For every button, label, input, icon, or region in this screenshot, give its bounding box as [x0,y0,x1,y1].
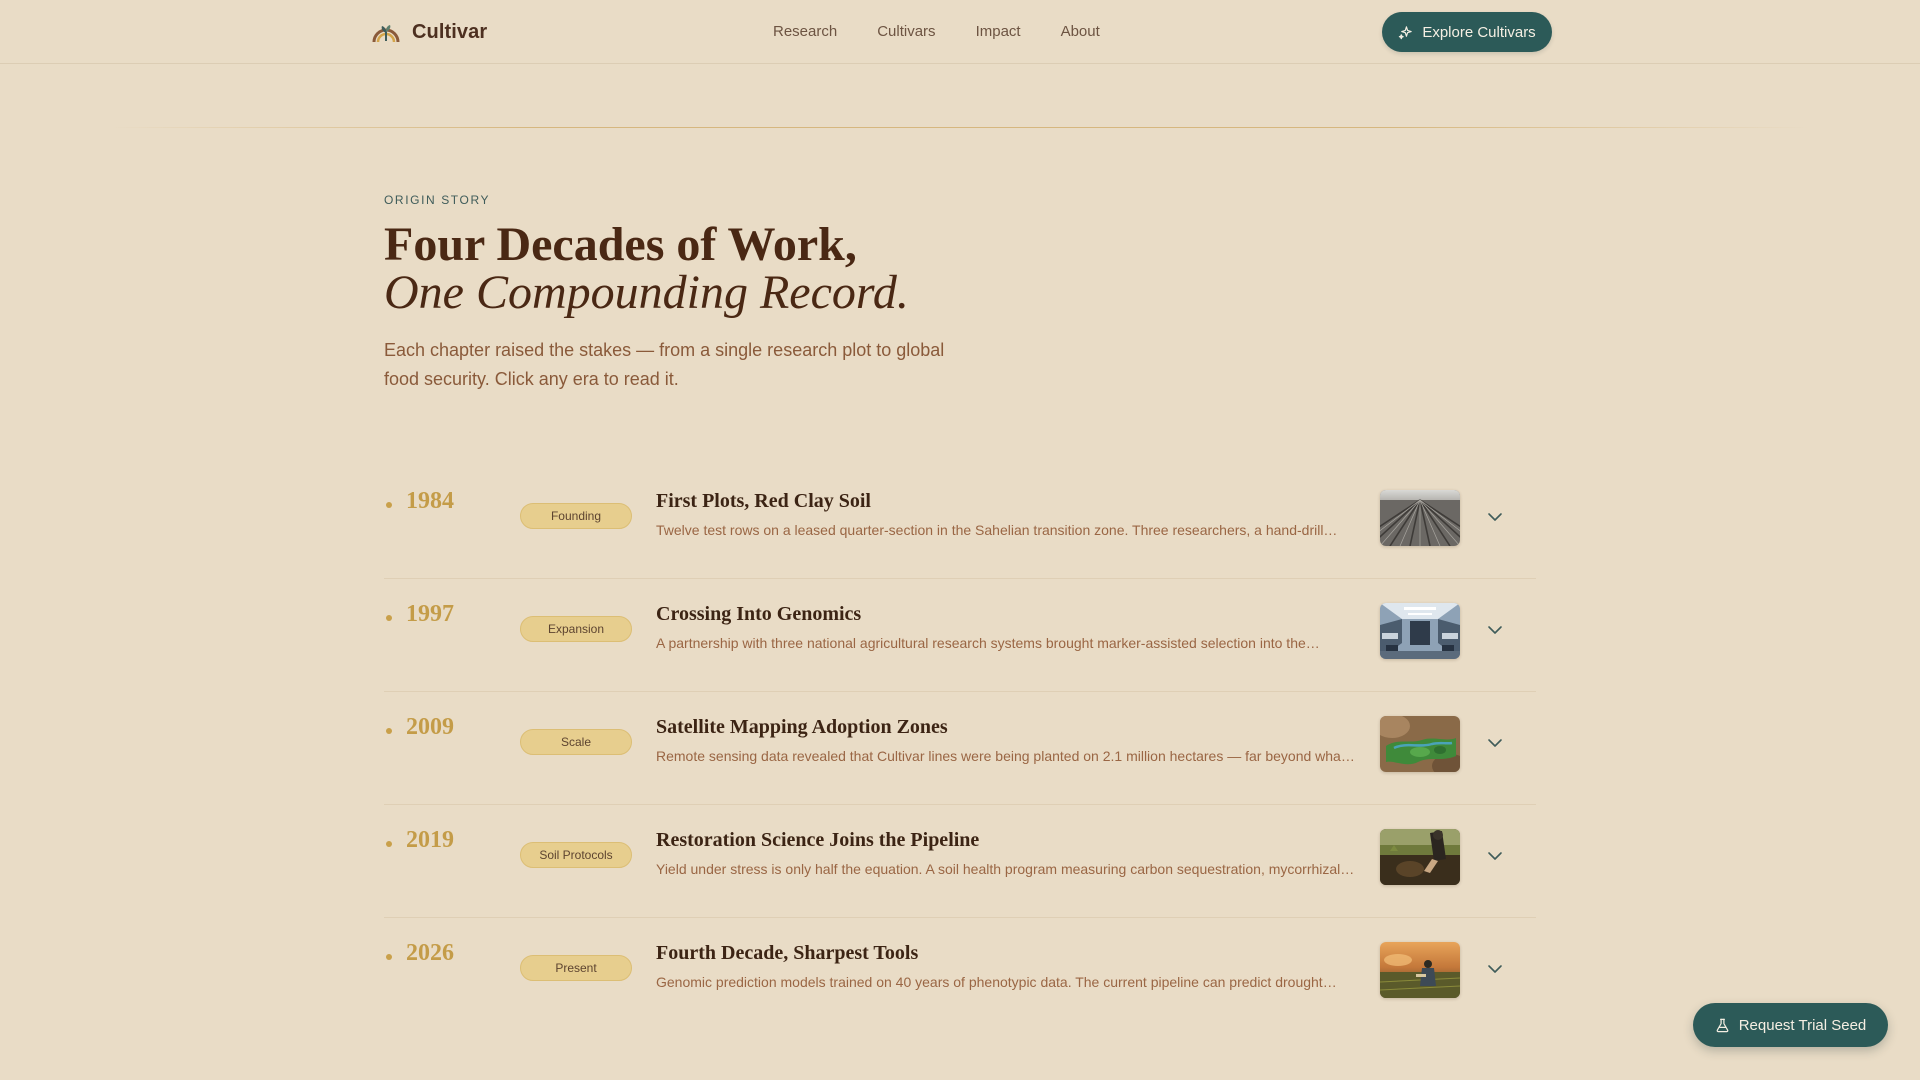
brand-logo-link[interactable]: Cultivar [372,18,487,46]
era-row-2026[interactable]: 2026 Present Fourth Decade, Sharpest Too… [384,918,1536,1031]
request-trial-seed-label: Request Trial Seed [1738,1016,1867,1034]
chevron-down-icon[interactable] [1484,958,1506,980]
main-nav: Research Cultivars Impact About [773,22,1100,42]
chevron-down-icon[interactable] [1484,845,1506,867]
era-tag-badge: Soil Protocols [520,842,632,868]
chevron-down-icon[interactable] [1484,732,1506,754]
era-row-2019[interactable]: 2019 Soil Protocols Restoration Science … [384,805,1536,918]
era-title: First Plots, Red Clay Soil [656,490,871,512]
intro-paragraph: Each chapter raised the stakes — from a … [384,340,945,389]
timeline-dot [386,615,392,621]
explore-cultivars-button[interactable]: Explore Cultivars [1382,12,1552,52]
era-row-2009[interactable]: 2009 Scale Satellite Mapping Adoption Zo… [384,692,1536,805]
request-trial-seed-button[interactable]: Request Trial Seed [1693,1003,1888,1047]
section-eyebrow: ORIGIN STORY [384,193,491,207]
site-header: Cultivar Research Cultivars Impact About… [0,0,1920,64]
page-title: Four Decades of Work, [384,218,857,271]
timeline-dot [386,502,392,508]
field-researcher-image [1380,942,1460,998]
era-year: 2009 [406,714,454,740]
chevron-down-icon[interactable] [1484,619,1506,641]
era-year: 1984 [406,488,454,514]
sprout-arch-icon [372,25,400,43]
era-tag-badge: Founding [520,503,632,529]
chevron-down-icon[interactable] [1484,506,1506,528]
timeline-dot [386,841,392,847]
nav-link-cultivars[interactable]: Cultivars [877,22,935,42]
era-description: Genomic prediction models trained on 40 … [656,974,1337,990]
era-title: Crossing Into Genomics [656,603,862,625]
explore-cultivars-label: Explore Cultivars [1422,23,1536,41]
era-title: Restoration Science Joins the Pipeline [656,829,980,851]
nav-link-about[interactable]: About [1061,22,1100,42]
era-year: 2026 [406,940,454,966]
era-description: A partnership with three national agricu… [656,635,1320,651]
era-description: Remote sensing data revealed that Cultiv… [656,748,1355,764]
laboratory-image [1380,603,1460,659]
timeline-dot [386,728,392,734]
timeline-dot [386,954,392,960]
era-row-1984[interactable]: 1984 Founding First Plots, Red Clay Soil… [384,466,1536,579]
satellite-landscape-image [1380,716,1460,772]
era-title: Satellite Mapping Adoption Zones [656,716,948,738]
era-tag-badge: Present [520,955,632,981]
era-description: Yield under stress is only half the equa… [656,861,1355,877]
plowed-field-image [1380,490,1460,546]
page-subtitle: One Compounding Record. [384,266,909,319]
era-description: Twelve test rows on a leased quarter-sec… [656,522,1338,538]
nav-link-research[interactable]: Research [773,22,837,42]
era-title: Fourth Decade, Sharpest Tools [656,942,919,964]
nav-link-impact[interactable]: Impact [976,22,1021,42]
flask-icon [1716,1018,1729,1032]
soil-sampling-image [1380,829,1460,885]
era-tag-badge: Expansion [520,616,632,642]
sparkles-icon [1399,25,1413,39]
section-divider [110,127,1810,128]
era-timeline: 1984 Founding First Plots, Red Clay Soil… [384,466,1536,1031]
era-year: 1997 [406,601,454,627]
era-tag-badge: Scale [520,729,632,755]
era-row-1997[interactable]: 1997 Expansion Crossing Into Genomics A … [384,579,1536,692]
era-year: 2019 [406,827,454,853]
brand-name: Cultivar [412,20,488,43]
